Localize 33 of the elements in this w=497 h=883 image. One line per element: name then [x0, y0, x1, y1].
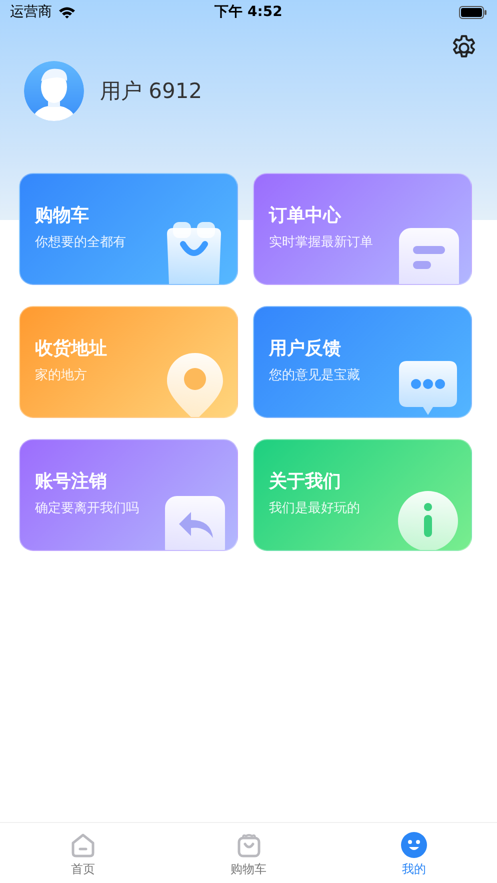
status-time: 下午 4:52: [214, 3, 284, 21]
avatar: [24, 61, 84, 121]
menu-card[interactable]: 购物车 你想要的全都有: [19, 173, 238, 285]
smiley-icon: [400, 831, 428, 859]
chat-bubble-icon: [397, 359, 459, 417]
tab-item[interactable]: 购物车: [166, 823, 332, 883]
card-subtitle: 你想要的全都有: [35, 234, 126, 252]
card-subtitle: 确定要离开我们吗: [35, 500, 139, 518]
card-title: 收货地址: [35, 337, 107, 361]
card-subtitle: 我们是最好玩的: [269, 500, 360, 518]
card-title: 购物车: [35, 204, 89, 228]
tab-item[interactable]: 首页: [0, 823, 166, 883]
info-icon: [397, 490, 459, 550]
menu-card[interactable]: 账号注销 确定要离开我们吗: [19, 439, 238, 551]
menu-card[interactable]: 用户反馈 您的意见是宝藏: [253, 306, 472, 418]
battery-icon: [459, 6, 487, 18]
card-title: 关于我们: [269, 470, 341, 494]
menu-card[interactable]: 订单中心 实时掌握最新订单: [253, 173, 472, 285]
card-subtitle: 家的地方: [35, 367, 87, 385]
document-icon: [399, 228, 459, 284]
card-subtitle: 您的意见是宝藏: [269, 367, 360, 385]
card-title: 订单中心: [269, 204, 341, 228]
menu-card[interactable]: 收货地址 家的地方: [19, 306, 238, 418]
user-name: 用户 6912: [100, 78, 202, 105]
carrier-name: 运营商: [10, 3, 52, 21]
location-pin-icon: [165, 351, 225, 417]
wifi-icon: [58, 6, 76, 18]
card-title: 用户反馈: [269, 337, 341, 361]
menu-card[interactable]: 关于我们 我们是最好玩的: [253, 439, 472, 551]
reply-arrow-icon: [165, 496, 225, 550]
card-title: 账号注销: [35, 470, 107, 494]
tab-item[interactable]: 我的: [331, 823, 497, 883]
card-subtitle: 实时掌握最新订单: [269, 234, 373, 252]
